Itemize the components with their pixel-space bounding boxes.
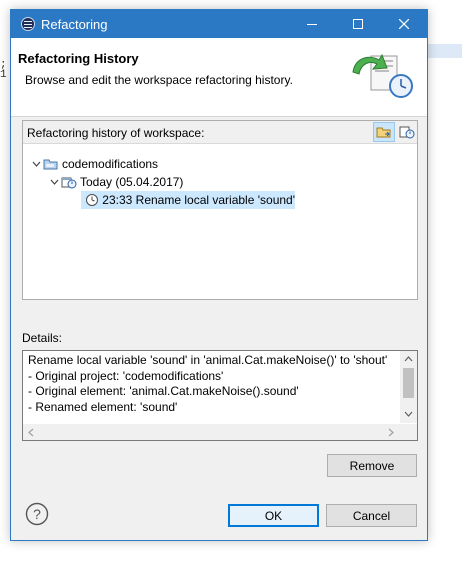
ok-button[interactable]: OK (228, 504, 319, 527)
page-title: Refactoring History (18, 51, 139, 66)
group-by-project-button[interactable] (373, 122, 395, 142)
chevron-down-icon[interactable] (47, 179, 61, 185)
history-date-icon (399, 126, 415, 139)
details-line: - Original project: 'codemodifications' (28, 368, 224, 383)
horizontal-scrollbar[interactable] (23, 424, 400, 440)
tree-item-refactoring-entry[interactable]: 23:33 Rename local variable 'sound' (81, 191, 295, 209)
refactoring-entry-label: 23:33 Rename local variable 'sound' (102, 193, 295, 207)
cancel-button[interactable]: Cancel (326, 504, 417, 527)
sort-by-date-button[interactable] (396, 122, 418, 142)
details-line: Rename local variable 'sound' in 'animal… (28, 353, 388, 367)
calendar-icon (61, 174, 77, 190)
scroll-left-icon[interactable] (23, 424, 39, 440)
title-bar[interactable]: Refactoring (11, 10, 427, 38)
minimize-icon (307, 24, 317, 25)
vertical-scroll-thumb[interactable] (403, 368, 414, 398)
tree-item-date-group[interactable]: Today (05.04.2017) (47, 173, 183, 191)
clock-icon (85, 192, 99, 208)
chevron-down-icon[interactable] (29, 161, 43, 167)
page-description: Browse and edit the workspace refactorin… (25, 73, 293, 87)
close-icon (399, 19, 409, 29)
tree-item-project[interactable]: codemodifications (29, 155, 158, 173)
history-toolbar: Refactoring history of workspace: (23, 121, 417, 144)
window-title: Refactoring (41, 17, 108, 32)
vertical-scrollbar[interactable] (400, 351, 417, 423)
scroll-right-icon[interactable] (383, 424, 399, 440)
details-label: Details: (22, 331, 63, 345)
refactoring-dialog: Refactoring Refactoring History Browse a… (10, 9, 428, 541)
scroll-down-icon[interactable] (400, 407, 417, 421)
scroll-up-icon[interactable] (400, 352, 417, 366)
svg-text:?: ? (33, 506, 41, 522)
details-line: - Original element: 'animal.Cat.makeNois… (28, 384, 299, 398)
help-icon[interactable]: ? (25, 502, 49, 526)
close-button[interactable] (381, 10, 427, 38)
background-editor-fragment: ; 1 (0, 60, 7, 81)
folder-icon (376, 127, 391, 138)
maximize-button[interactable] (335, 10, 381, 38)
details-text-area[interactable]: Rename local variable 'sound' in 'animal… (22, 350, 418, 441)
date-group-label: Today (05.04.2017) (80, 175, 184, 189)
details-content: Rename local variable 'sound' in 'animal… (28, 353, 398, 415)
background-window-strip (428, 44, 462, 58)
details-line: - Renamed element: 'sound' (28, 399, 178, 414)
minimize-button[interactable] (289, 10, 335, 38)
history-label: Refactoring history of workspace: (27, 126, 205, 140)
scrollbar-corner (400, 424, 417, 440)
refactoring-history-group: Refactoring history of workspace: codemo… (22, 120, 418, 300)
project-folder-icon (43, 156, 59, 172)
remove-button[interactable]: Remove (327, 454, 417, 477)
maximize-icon (353, 19, 363, 29)
wizard-banner: Refactoring History Browse and edit the … (11, 38, 427, 117)
project-label: codemodifications (62, 157, 159, 171)
eclipse-icon (21, 17, 35, 31)
refactoring-history-icon (352, 53, 413, 98)
